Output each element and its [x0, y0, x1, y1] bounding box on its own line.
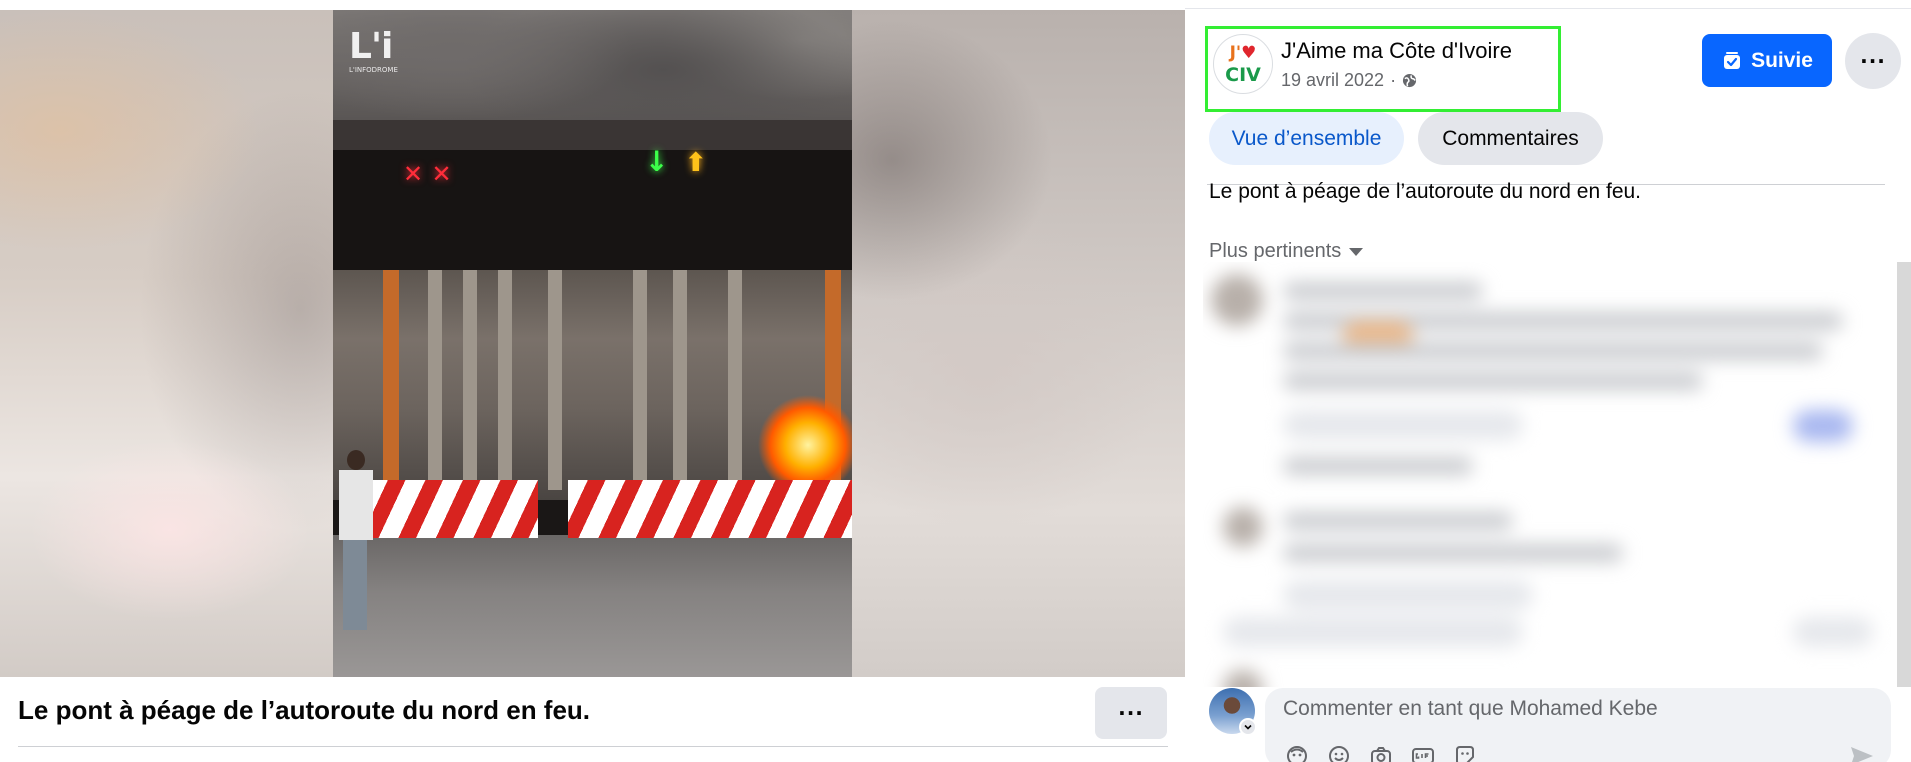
comment-view-more	[1223, 617, 1523, 647]
tab-comments[interactable]: Commentaires	[1418, 112, 1603, 165]
person-head	[347, 450, 365, 470]
comments-sort-dropdown[interactable]: Plus pertinents	[1209, 240, 1364, 263]
caret-down-icon	[1349, 247, 1364, 256]
booth-pillar	[383, 270, 399, 490]
toll-sign-green-arrow: ↓	[645, 145, 669, 178]
person-legs	[343, 540, 367, 630]
date-separator: ·	[1390, 70, 1397, 90]
tab-overview[interactable]: Vue d’ensemble	[1209, 112, 1404, 165]
comment-time	[1793, 617, 1873, 647]
avatar-logo-bottom: CIV	[1225, 63, 1261, 86]
post-text: Le pont à péage de l’autoroute du nord e…	[1209, 180, 1642, 203]
emoji-icon[interactable]	[1327, 744, 1351, 762]
comment-line	[1283, 342, 1823, 360]
booth-pillar	[548, 270, 562, 490]
comment-line	[1283, 457, 1473, 475]
video-player[interactable]: ✕ ✕ ↓ ⬆ L'i L'INFODROME	[0, 10, 1185, 677]
video-frame[interactable]: ✕ ✕ ↓ ⬆ L'i L'INFODROME	[333, 10, 852, 677]
comment-input[interactable]	[1283, 694, 1843, 724]
avatar-sticker-icon[interactable]	[1285, 744, 1309, 762]
video-watermark-subtext: L'INFODROME	[349, 66, 398, 74]
comment-avatar	[1211, 274, 1263, 326]
video-barrier	[568, 480, 852, 538]
person-shirt	[339, 470, 373, 540]
toll-sign-red-cross: ✕ ✕	[403, 160, 452, 188]
avatar-logo-text: J'	[1229, 42, 1242, 63]
comments-blur-layer	[1203, 262, 1891, 687]
send-icon[interactable]	[1849, 744, 1875, 762]
booth-pillar	[633, 270, 647, 490]
booth-pillar	[498, 270, 512, 490]
comment-actions	[1283, 580, 1533, 610]
comment-avatar	[1223, 507, 1263, 547]
post-caption-title: Le pont à péage de l’autoroute du nord e…	[18, 695, 591, 725]
globe-icon	[1403, 73, 1417, 88]
post-date-link[interactable]: 19 avril 2022	[1281, 70, 1384, 91]
caption-divider	[18, 746, 1168, 747]
comment-avatar	[1223, 670, 1263, 687]
comment-reaction-badge	[1793, 410, 1853, 442]
sticker-icon[interactable]	[1453, 744, 1477, 762]
video-barrier	[368, 480, 538, 538]
post-date-row: 19 avril 2022 ·	[1281, 70, 1417, 91]
comment-actions	[1283, 410, 1523, 440]
post-details-panel: J'♥ CIV J'Aime ma Côte d'Ivoire 19 avril…	[1185, 0, 1911, 762]
gif-icon[interactable]	[1411, 744, 1435, 762]
video-watermark-logo: L'i	[349, 26, 393, 67]
composer-toolbar	[1285, 744, 1477, 762]
page-name-link[interactable]: J'Aime ma Côte d'Ivoire	[1281, 38, 1512, 64]
booth-pillar	[463, 270, 477, 490]
following-button[interactable]: Suivie	[1702, 34, 1832, 87]
chevron-down-icon	[1244, 724, 1252, 730]
avatar-logo-top: J'♥	[1230, 43, 1257, 63]
more-options-button[interactable]: ···	[1845, 33, 1901, 89]
facebook-photo-viewer: ✕ ✕ ↓ ⬆ L'i L'INFODROME Le pont à péage …	[0, 0, 1911, 762]
booth-pillar	[673, 270, 687, 490]
camera-icon[interactable]	[1369, 744, 1393, 762]
profile-switch-chevron[interactable]	[1239, 718, 1257, 736]
comment-line	[1283, 512, 1513, 530]
panel-top-divider	[1185, 8, 1911, 9]
comment-line	[1283, 544, 1623, 562]
comment-line	[1283, 282, 1483, 300]
following-button-label: Suivie	[1751, 48, 1813, 72]
booth-pillar	[428, 270, 442, 490]
comments-scrollbar[interactable]	[1897, 262, 1911, 687]
video-road	[333, 535, 852, 677]
comment-line	[1283, 372, 1703, 390]
toll-sign-amber-arrow: ⬆	[685, 148, 707, 178]
video-person	[333, 450, 377, 630]
page-avatar[interactable]: J'♥ CIV	[1213, 34, 1273, 94]
comments-sort-label: Plus pertinents	[1209, 240, 1342, 262]
video-blurred-backdrop-right	[852, 10, 1185, 677]
followed-check-icon	[1724, 51, 1741, 69]
caption-more-button[interactable]: ···	[1095, 687, 1167, 739]
video-blurred-backdrop-left	[0, 10, 333, 677]
heart-icon: ♥	[1241, 42, 1257, 63]
booth-pillar	[728, 270, 742, 490]
comments-list-blurred	[1203, 262, 1891, 687]
